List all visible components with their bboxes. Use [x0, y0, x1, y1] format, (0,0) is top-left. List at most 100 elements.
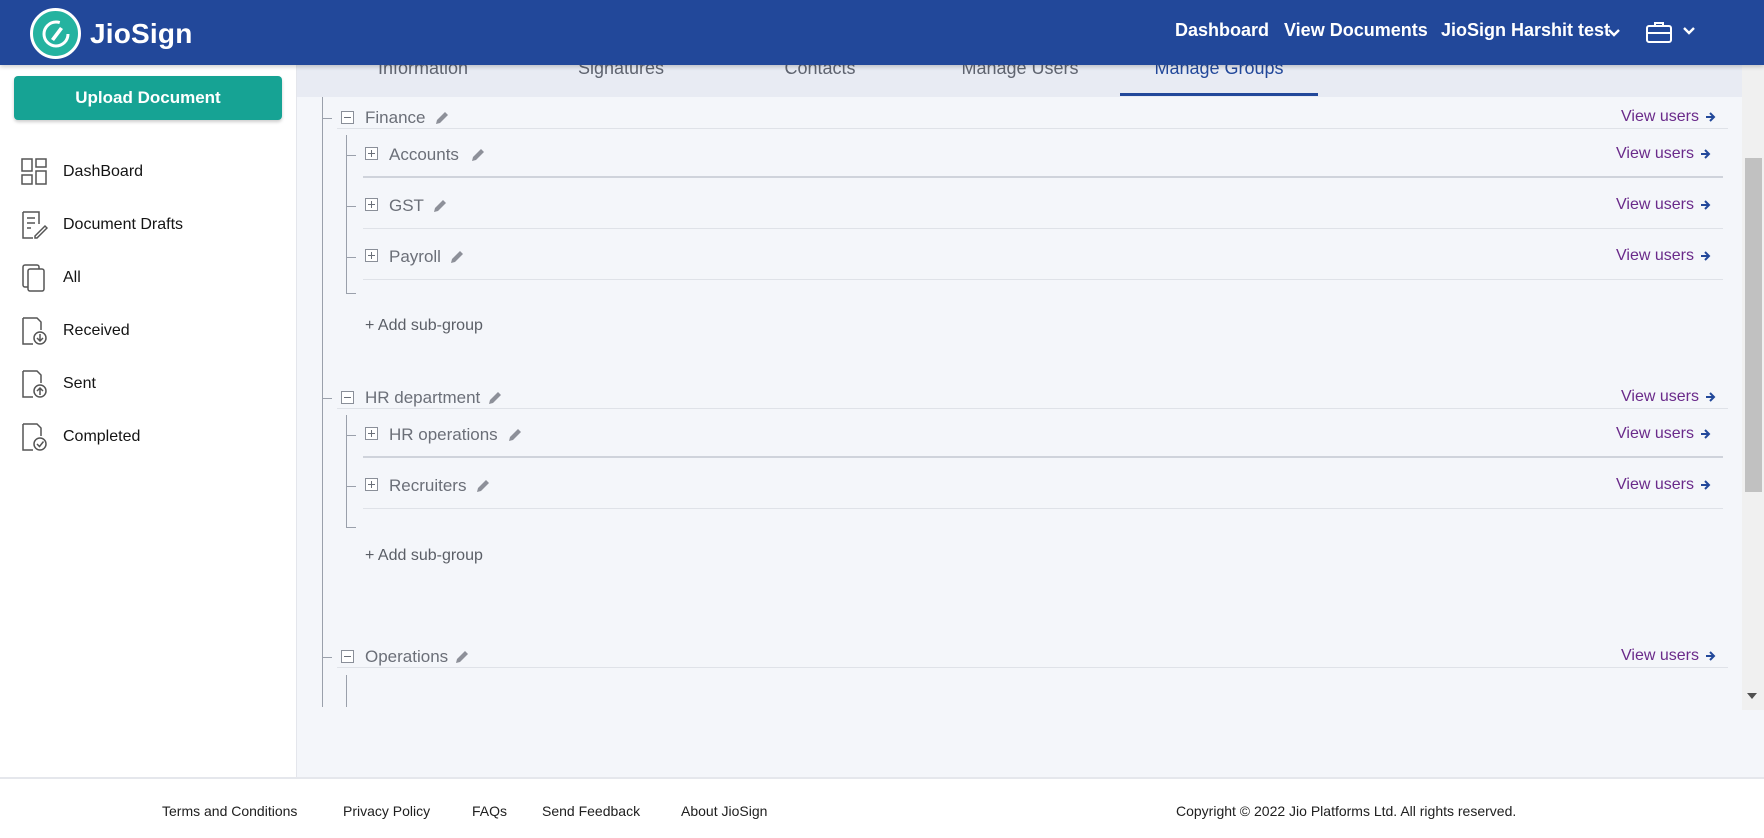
view-users-label: View users: [1616, 476, 1694, 493]
edit-pencil-icon[interactable]: [475, 478, 491, 494]
arrow-right-icon: [1700, 429, 1711, 439]
sidebar-item-label: All: [63, 269, 81, 286]
edit-pencil-icon[interactable]: [507, 427, 523, 443]
tab-manage-groups[interactable]: Manage Groups: [1120, 65, 1318, 79]
expand-icon[interactable]: [365, 427, 378, 440]
edit-pencil-icon[interactable]: [454, 649, 470, 665]
sidebar-item-label: Received: [63, 322, 130, 339]
footer-about-link[interactable]: About JioSign: [681, 803, 767, 819]
arrow-right-icon: [1705, 112, 1716, 122]
tree-guide-line: [346, 675, 347, 707]
view-users-link[interactable]: View users: [1616, 247, 1711, 265]
arrow-right-icon: [1705, 392, 1716, 402]
tree-guide-line: [346, 135, 347, 293]
logo-text: JioSign: [90, 17, 193, 49]
subgroup-name-recruiters[interactable]: Recruiters: [389, 476, 466, 496]
tree-connector: [346, 527, 356, 528]
edit-pencil-icon[interactable]: [487, 390, 503, 406]
jiosign-logo-icon: [30, 8, 81, 59]
collapse-icon[interactable]: [341, 650, 354, 663]
view-users-label: View users: [1621, 647, 1699, 664]
subgroup-name-payroll[interactable]: Payroll: [389, 247, 441, 267]
footer-privacy-link[interactable]: Privacy Policy: [343, 803, 430, 819]
divider: [363, 176, 1723, 178]
add-subgroup-button[interactable]: + Add sub-group: [365, 317, 483, 335]
tab-manage-users[interactable]: Manage Users: [921, 65, 1119, 79]
scrollbar-thumb[interactable]: [1745, 158, 1762, 492]
nav-view-documents-link[interactable]: View Documents: [1284, 20, 1428, 41]
arrow-right-icon: [1700, 200, 1711, 210]
tree-connector: [322, 118, 332, 119]
upload-document-button[interactable]: Upload Document: [14, 76, 282, 120]
subgroup-name-accounts[interactable]: Accounts: [389, 145, 459, 165]
arrow-right-icon: [1705, 651, 1716, 661]
expand-icon[interactable]: [365, 147, 378, 160]
edit-pencil-icon[interactable]: [470, 147, 486, 163]
arrow-right-icon: [1700, 149, 1711, 159]
arrow-right-icon: [1700, 251, 1711, 261]
sidebar-item-completed[interactable]: Completed: [20, 420, 140, 454]
document-drafts-icon: [22, 211, 48, 239]
tree-connector: [346, 293, 356, 294]
view-users-link[interactable]: View users: [1621, 108, 1716, 126]
sidebar-item-label: Completed: [63, 428, 141, 445]
jiosign-logo[interactable]: JioSign: [30, 8, 193, 59]
dashboard-icon: [21, 158, 47, 185]
tab-signatures[interactable]: Signatures: [522, 65, 720, 79]
scroll-down-arrow-icon[interactable]: [1747, 693, 1757, 699]
divider: [363, 456, 1723, 458]
group-name-operations[interactable]: Operations: [365, 647, 448, 667]
view-users-link[interactable]: View users: [1621, 647, 1716, 665]
divider: [363, 508, 1723, 509]
group-name-finance[interactable]: Finance: [365, 108, 425, 128]
tree-connector: [322, 398, 332, 399]
expand-icon[interactable]: [365, 478, 378, 491]
sidebar-item-dashboard[interactable]: DashBoard: [20, 155, 143, 189]
edit-pencil-icon[interactable]: [449, 249, 465, 265]
view-users-link[interactable]: View users: [1621, 388, 1716, 406]
sidebar: Upload Document DashBoard Document Draft…: [0, 65, 297, 777]
tree-connector: [346, 486, 356, 487]
tab-information[interactable]: Information: [324, 65, 522, 79]
copyright-text: Copyright © 2022 Jio Platforms Ltd. All …: [1176, 803, 1517, 819]
tree-guide-line: [322, 97, 323, 707]
subgroup-name-gst[interactable]: GST: [389, 196, 424, 216]
view-users-link[interactable]: View users: [1616, 145, 1711, 163]
edit-pencil-icon[interactable]: [434, 110, 450, 126]
account-chevron-down-icon[interactable]: [1607, 28, 1621, 38]
sidebar-item-received[interactable]: Received: [20, 314, 130, 348]
sidebar-item-document-drafts[interactable]: Document Drafts: [20, 208, 183, 242]
top-header: JioSign Dashboard View Documents JioSign…: [0, 0, 1764, 65]
sent-icon: [22, 370, 47, 398]
view-users-link[interactable]: View users: [1616, 196, 1711, 214]
settings-tabs: Information Signatures Contacts Manage U…: [297, 65, 1742, 97]
group-name-hr-department[interactable]: HR department: [365, 388, 480, 408]
active-tab-indicator: [1120, 93, 1318, 96]
nav-dashboard-link[interactable]: Dashboard: [1175, 20, 1269, 41]
view-users-label: View users: [1616, 196, 1694, 213]
account-menu[interactable]: JioSign Harshit test: [1441, 20, 1610, 41]
view-users-label: View users: [1616, 425, 1694, 442]
divider: [337, 128, 1728, 129]
collapse-icon[interactable]: [341, 111, 354, 124]
sidebar-item-label: DashBoard: [63, 163, 144, 180]
view-users-link[interactable]: View users: [1616, 425, 1711, 443]
expand-icon[interactable]: [365, 249, 378, 262]
sidebar-item-all[interactable]: All: [20, 261, 81, 295]
view-users-label: View users: [1616, 145, 1694, 162]
briefcase-icon[interactable]: [1645, 20, 1673, 44]
subgroup-name-hr-operations[interactable]: HR operations: [389, 425, 498, 445]
add-subgroup-button[interactable]: + Add sub-group: [365, 547, 483, 565]
tree-connector: [346, 155, 356, 156]
tab-contacts[interactable]: Contacts: [721, 65, 919, 79]
expand-icon[interactable]: [365, 198, 378, 211]
footer-terms-link[interactable]: Terms and Conditions: [162, 803, 297, 819]
org-chevron-down-icon[interactable]: [1682, 26, 1696, 36]
tree-connector: [322, 657, 332, 658]
collapse-icon[interactable]: [341, 391, 354, 404]
view-users-link[interactable]: View users: [1616, 476, 1711, 494]
footer-faqs-link[interactable]: FAQs: [472, 803, 507, 819]
edit-pencil-icon[interactable]: [432, 198, 448, 214]
footer-feedback-link[interactable]: Send Feedback: [542, 803, 640, 819]
sidebar-item-sent[interactable]: Sent: [20, 367, 96, 401]
